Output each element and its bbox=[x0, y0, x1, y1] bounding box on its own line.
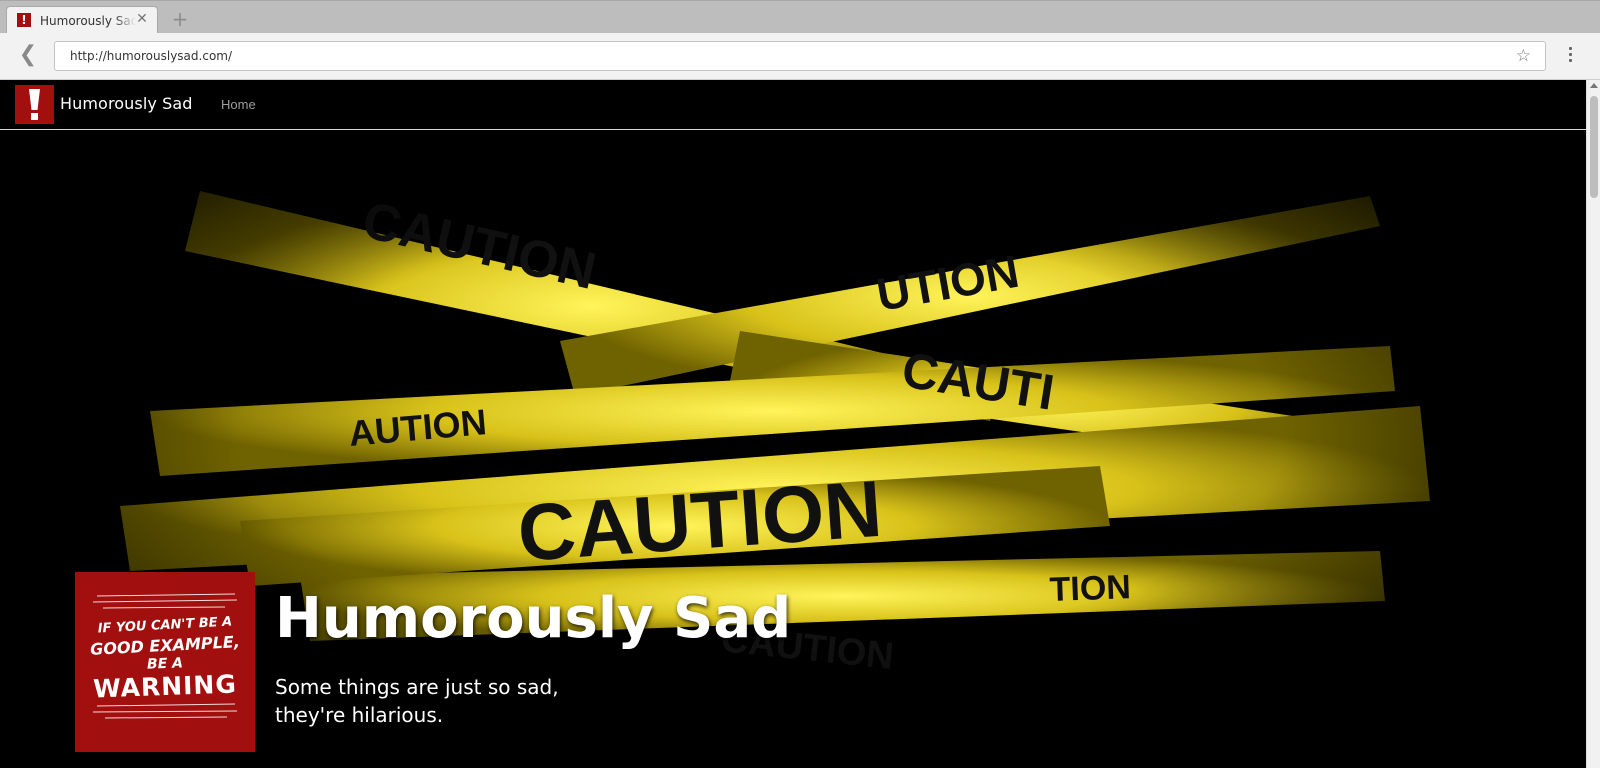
tagline-line-2: they're hilarious. bbox=[275, 703, 444, 727]
scroll-up-arrow-icon[interactable] bbox=[1590, 83, 1598, 88]
site-navbar: Humorously Sad Home bbox=[0, 80, 1586, 130]
tab-title: Humorously Sad bbox=[40, 14, 136, 28]
nav-link-home[interactable]: Home bbox=[221, 96, 256, 114]
warning-poster-card: IF YOU CAN'T BE A GOOD EXAMPLE, BE A WAR… bbox=[75, 572, 255, 752]
browser-tab[interactable]: ! Humorously Sad ✕ bbox=[6, 6, 158, 34]
scroll-thumb[interactable] bbox=[1590, 96, 1598, 198]
brand-logo-icon[interactable] bbox=[15, 85, 54, 124]
tagline-line-1: Some things are just so sad, bbox=[275, 675, 559, 699]
close-icon[interactable]: ✕ bbox=[135, 12, 149, 26]
bookmark-star-icon[interactable]: ☆ bbox=[1516, 46, 1531, 66]
new-tab-icon[interactable]: + bbox=[170, 9, 190, 29]
browser-tabstrip: ! Humorously Sad ✕ + bbox=[0, 0, 1600, 34]
browser-menu-icon[interactable] bbox=[1566, 47, 1574, 67]
hero-tagline: Some things are just so sad, they're hil… bbox=[275, 673, 575, 729]
hero-section: CAUTION UTION CAUTI AUTION CAUTION TION … bbox=[0, 131, 1586, 768]
site-favicon-icon: ! bbox=[17, 13, 31, 27]
brand-name-link[interactable]: Humorously Sad bbox=[60, 93, 193, 115]
page-scrollbar[interactable] bbox=[1586, 80, 1600, 768]
poster-line-4: WARNING bbox=[92, 669, 238, 704]
address-bar[interactable]: http://humorouslysad.com/ ☆ bbox=[54, 41, 1546, 71]
back-arrow-icon[interactable]: ❮ bbox=[16, 43, 40, 67]
url-text[interactable]: http://humorouslysad.com/ bbox=[70, 49, 232, 64]
browser-toolbar: ❮ http://humorouslysad.com/ ☆ bbox=[0, 33, 1600, 80]
page-viewport: Humorously Sad Home IF YOU CAN'T BE A GO… bbox=[0, 80, 1586, 768]
hero-title: Humorously Sad bbox=[275, 586, 792, 651]
